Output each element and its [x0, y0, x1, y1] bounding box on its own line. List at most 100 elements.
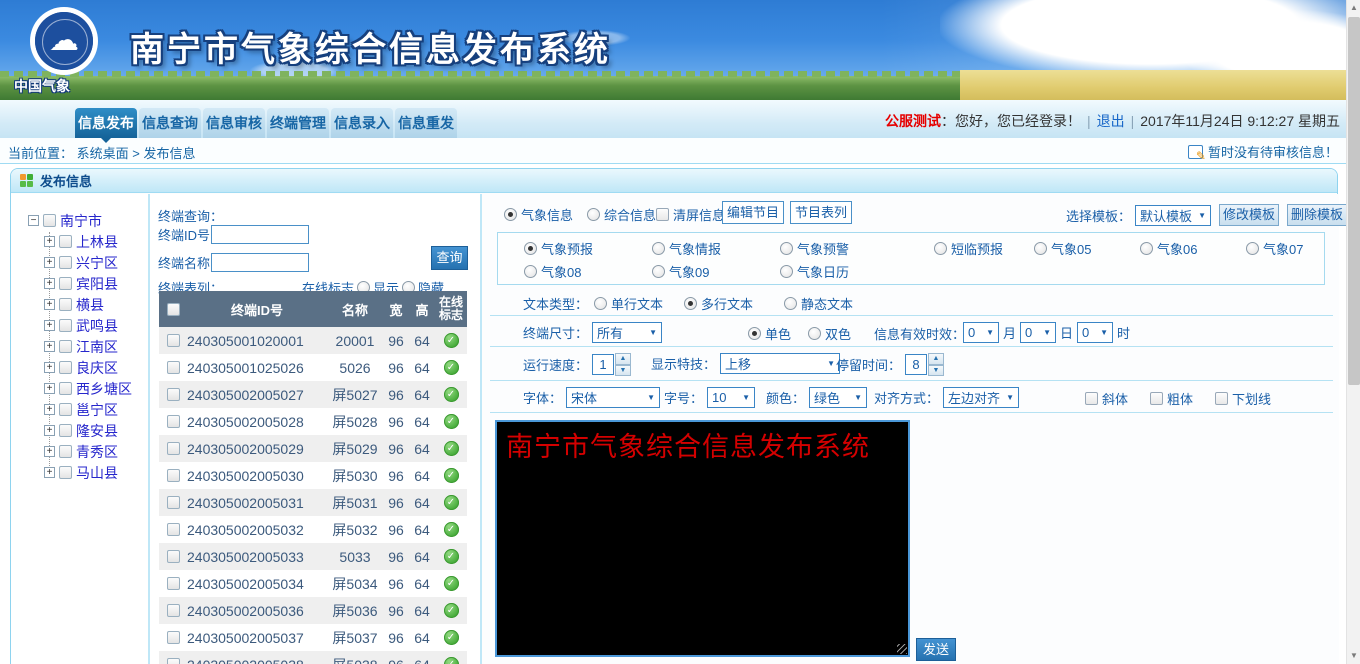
program-list-button[interactable]: 节目表列 — [790, 201, 852, 224]
row-checkbox[interactable] — [167, 604, 180, 617]
table-row[interactable]: 24030500102502650269664✓ — [159, 354, 467, 381]
tree-node[interactable]: +横县 — [11, 294, 148, 315]
tree-node[interactable]: + 江南区 — [11, 336, 148, 357]
tree-node[interactable]: + 邕宁区 — [11, 399, 148, 420]
table-row[interactable]: 240305002005034屏50349664✓ — [159, 570, 467, 597]
tree-node[interactable]: +良庆区 — [11, 357, 148, 378]
tree-checkbox[interactable] — [59, 319, 72, 332]
category-radio[interactable] — [934, 242, 947, 255]
underline-option[interactable]: 下划线 — [1215, 389, 1271, 408]
tree-checkbox[interactable] — [59, 298, 72, 311]
category-option[interactable]: 气象06 — [1140, 239, 1197, 258]
table-row[interactable]: 240305002005038屏50389664✓ — [159, 651, 467, 664]
tree-checkbox[interactable] — [59, 361, 72, 374]
clear-screen-option[interactable]: 清屏信息 — [656, 205, 725, 224]
tree-expand-icon[interactable]: + — [44, 404, 55, 415]
category-option[interactable]: 气象情报 — [652, 239, 721, 258]
terminal-name-input[interactable] — [211, 253, 309, 272]
stay-value[interactable]: 8 — [905, 354, 927, 375]
clear-screen-checkbox[interactable] — [656, 208, 669, 221]
speed-up-button[interactable]: ▲ — [615, 353, 631, 365]
category-option[interactable]: 气象05 — [1034, 239, 1091, 258]
mono-color-radio[interactable] — [748, 327, 761, 340]
bold-checkbox[interactable] — [1150, 392, 1163, 405]
terminal-id-input[interactable] — [211, 225, 309, 244]
row-checkbox[interactable] — [167, 361, 180, 374]
tree-expand-icon[interactable]: + — [44, 278, 55, 289]
bold-option[interactable]: 粗体 — [1150, 389, 1193, 408]
tree-expand-icon[interactable]: + — [44, 341, 55, 352]
terminal-size-select[interactable]: 所有 ▼ — [592, 322, 662, 343]
tree-node-label[interactable]: 江南区 — [76, 337, 118, 357]
tree-checkbox[interactable] — [59, 382, 72, 395]
table-row[interactable]: 240305002005028屏50289664✓ — [159, 408, 467, 435]
text-type-single[interactable]: 单行文本 — [594, 294, 663, 313]
tab-info-resend[interactable]: 信息重发 — [395, 108, 457, 138]
tree-checkbox[interactable] — [59, 256, 72, 269]
logout-link[interactable]: 退出 — [1097, 113, 1125, 129]
single-line-radio[interactable] — [594, 297, 607, 310]
send-button[interactable]: 发送 — [916, 638, 956, 661]
tree-checkbox[interactable] — [59, 277, 72, 290]
tree-node[interactable]: +隆安县 — [11, 420, 148, 441]
tree-node-label[interactable]: 上林县 — [76, 232, 118, 252]
speed-value[interactable]: 1 — [592, 354, 614, 375]
category-radio[interactable] — [524, 242, 537, 255]
info-type-comprehensive[interactable]: 综合信息 — [587, 205, 656, 224]
tree-node-label[interactable]: 横县 — [76, 295, 104, 315]
table-row[interactable]: 24030500200503350339664✓ — [159, 543, 467, 570]
category-option[interactable]: 气象预警 — [780, 239, 849, 258]
row-checkbox[interactable] — [167, 523, 180, 536]
category-radio[interactable] — [524, 265, 537, 278]
static-text-radio[interactable] — [784, 297, 797, 310]
tree-node-label[interactable]: 隆安县 — [76, 421, 118, 441]
tree-node-label[interactable]: 西乡塘区 — [76, 379, 132, 399]
validity-month-select[interactable]: 0▼ — [963, 322, 999, 343]
tree-node[interactable]: +宾阳县 — [11, 273, 148, 294]
tab-terminal-manage[interactable]: 终端管理 — [267, 108, 329, 138]
tree-node[interactable]: +兴宁区 — [11, 252, 148, 273]
page-scrollbar[interactable]: ▲ ▼ — [1346, 0, 1360, 664]
weather-info-radio[interactable] — [504, 208, 517, 221]
tree-node[interactable]: +马山县 — [11, 462, 148, 483]
scroll-up-button[interactable]: ▲ — [1347, 0, 1360, 16]
tree-node[interactable]: + 西乡塘区 — [11, 378, 148, 399]
italic-option[interactable]: 斜体 — [1085, 389, 1128, 408]
tree-checkbox[interactable] — [59, 403, 72, 416]
tree-node[interactable]: + 上林县 — [11, 231, 148, 252]
tab-info-entry[interactable]: 信息录入 — [331, 108, 393, 138]
text-type-multi[interactable]: 多行文本 — [684, 294, 753, 313]
tree-expand-icon[interactable]: + — [44, 383, 55, 394]
dual-color-radio[interactable] — [808, 327, 821, 340]
tree-node-label[interactable]: 马山县 — [76, 463, 118, 483]
resize-handle[interactable] — [897, 644, 907, 654]
tree-node[interactable]: +武鸣县 — [11, 315, 148, 336]
effect-select[interactable]: 上移 ▼ — [720, 353, 840, 374]
tab-info-query[interactable]: 信息查询 — [139, 108, 201, 138]
category-radio[interactable] — [1246, 242, 1259, 255]
tree-checkbox[interactable] — [59, 466, 72, 479]
row-checkbox[interactable] — [167, 496, 180, 509]
row-checkbox[interactable] — [167, 577, 180, 590]
dual-color-option[interactable]: 双色 — [808, 324, 851, 343]
delete-template-button[interactable]: 删除模板 — [1287, 204, 1347, 226]
scroll-down-button[interactable]: ▼ — [1347, 648, 1360, 664]
message-preview-editor[interactable]: 南宁市气象综合信息发布系统 — [495, 420, 910, 657]
category-option[interactable]: 气象07 — [1246, 239, 1303, 258]
category-radio[interactable] — [780, 242, 793, 255]
category-radio[interactable] — [1140, 242, 1153, 255]
select-all-checkbox[interactable] — [167, 303, 180, 316]
tree-checkbox[interactable] — [59, 340, 72, 353]
tree-expand-icon[interactable]: + — [44, 320, 55, 331]
tab-info-audit[interactable]: 信息审核 — [203, 108, 265, 138]
color-select[interactable]: 绿色▼ — [809, 387, 867, 408]
table-row[interactable]: 240305002005036屏50369664✓ — [159, 597, 467, 624]
text-type-static[interactable]: 静态文本 — [784, 294, 853, 313]
underline-checkbox[interactable] — [1215, 392, 1228, 405]
row-checkbox[interactable] — [167, 415, 180, 428]
align-select[interactable]: 左边对齐▼ — [943, 387, 1019, 408]
comprehensive-info-radio[interactable] — [587, 208, 600, 221]
tree-node-label[interactable]: 邕宁区 — [76, 400, 118, 420]
tree-collapse-icon[interactable]: − — [28, 215, 39, 226]
tree-expand-icon[interactable]: + — [44, 236, 55, 247]
